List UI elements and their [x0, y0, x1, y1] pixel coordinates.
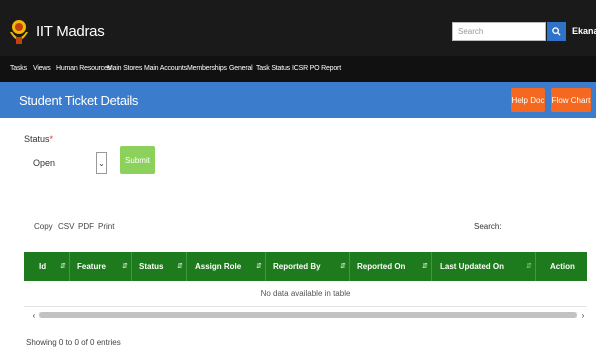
column-divider — [69, 252, 70, 281]
nav-item-general[interactable]: General — [229, 65, 253, 72]
table-info: Showing 0 to 0 of 0 entries — [26, 338, 121, 347]
main-nav: Tasks Views Human Resources Main Stores … — [0, 56, 596, 82]
required-marker: * — [49, 134, 54, 144]
scrollbar-thumb[interactable] — [39, 312, 577, 318]
table-empty-message: No data available in table — [24, 281, 587, 307]
institute-logo-icon[interactable] — [8, 18, 30, 46]
column-header-id[interactable]: Id — [39, 252, 46, 281]
page-title-bar: Student Ticket Details Help Doc Flow Cha… — [0, 82, 596, 118]
brand-name[interactable]: IIT Madras — [36, 23, 105, 40]
horizontal-scrollbar[interactable]: ‹ › — [30, 309, 587, 321]
column-divider — [131, 252, 132, 281]
user-menu[interactable]: Ekanalai — [572, 26, 596, 36]
sort-icon[interactable]: ⇵ — [422, 262, 428, 270]
sort-icon[interactable]: ⇵ — [256, 262, 262, 270]
nav-item-main-accounts[interactable]: Main Accounts — [144, 65, 187, 72]
flow-chart-button[interactable]: Flow Chart — [551, 88, 591, 112]
nav-item-views[interactable]: Views — [33, 65, 51, 72]
top-header: IIT Madras Search Ekanalai — [0, 0, 596, 56]
nav-item-icsr-po-report[interactable]: ICSR PO Report — [292, 65, 341, 72]
column-header-action: Action — [550, 262, 575, 271]
table-header: Id ⇵ Feature ⇵ Status ⇵ Assign Role ⇵ Re… — [24, 252, 587, 281]
sort-icon[interactable]: ⇵ — [122, 262, 128, 270]
nav-item-human-resources[interactable]: Human Resources — [56, 65, 111, 72]
page-title: Student Ticket Details — [19, 93, 139, 108]
column-header-last-updated-on[interactable]: Last Updated On — [440, 252, 504, 281]
scroll-left-icon[interactable]: ‹ — [30, 309, 38, 321]
column-header-reported-by[interactable]: Reported By — [273, 252, 321, 281]
print-button[interactable]: Print — [98, 222, 114, 231]
nav-item-task-status[interactable]: Task Status — [256, 65, 290, 72]
table-search-label: Search: — [474, 222, 502, 231]
sort-icon[interactable]: ⇵ — [60, 262, 66, 270]
copy-button[interactable]: Copy — [34, 222, 53, 231]
column-divider — [349, 252, 350, 281]
scroll-right-icon[interactable]: › — [579, 309, 587, 321]
column-header-status[interactable]: Status — [139, 252, 163, 281]
sort-icon[interactable]: ⇵ — [177, 262, 183, 270]
column-header-reported-on[interactable]: Reported On — [357, 252, 405, 281]
status-label-text: Status — [24, 134, 50, 144]
sort-icon[interactable]: ⇵ — [340, 262, 346, 270]
nav-item-main-stores[interactable]: Main Stores — [107, 65, 142, 72]
status-dropdown[interactable]: ⌄ — [96, 152, 107, 174]
search-icon — [552, 27, 561, 36]
column-divider — [431, 252, 432, 281]
search-button[interactable] — [547, 22, 566, 41]
help-doc-button[interactable]: Help Doc — [511, 88, 545, 112]
column-divider — [535, 252, 536, 281]
column-header-assign-role[interactable]: Assign Role — [195, 252, 241, 281]
sort-icon[interactable]: ⇵ — [526, 262, 532, 270]
pdf-button[interactable]: PDF — [78, 222, 94, 231]
search-input[interactable]: Search — [452, 22, 546, 41]
csv-button[interactable]: CSV — [58, 222, 74, 231]
submit-button[interactable]: Submit — [120, 146, 155, 174]
column-divider — [186, 252, 187, 281]
chevron-down-icon: ⌄ — [98, 158, 105, 168]
nav-item-tasks[interactable]: Tasks — [10, 65, 27, 72]
status-field-label: Status* — [24, 134, 53, 144]
column-divider — [265, 252, 266, 281]
status-select-value[interactable]: Open — [33, 158, 55, 168]
nav-item-memberships[interactable]: Memberships — [187, 65, 227, 72]
column-header-feature[interactable]: Feature — [77, 252, 106, 281]
